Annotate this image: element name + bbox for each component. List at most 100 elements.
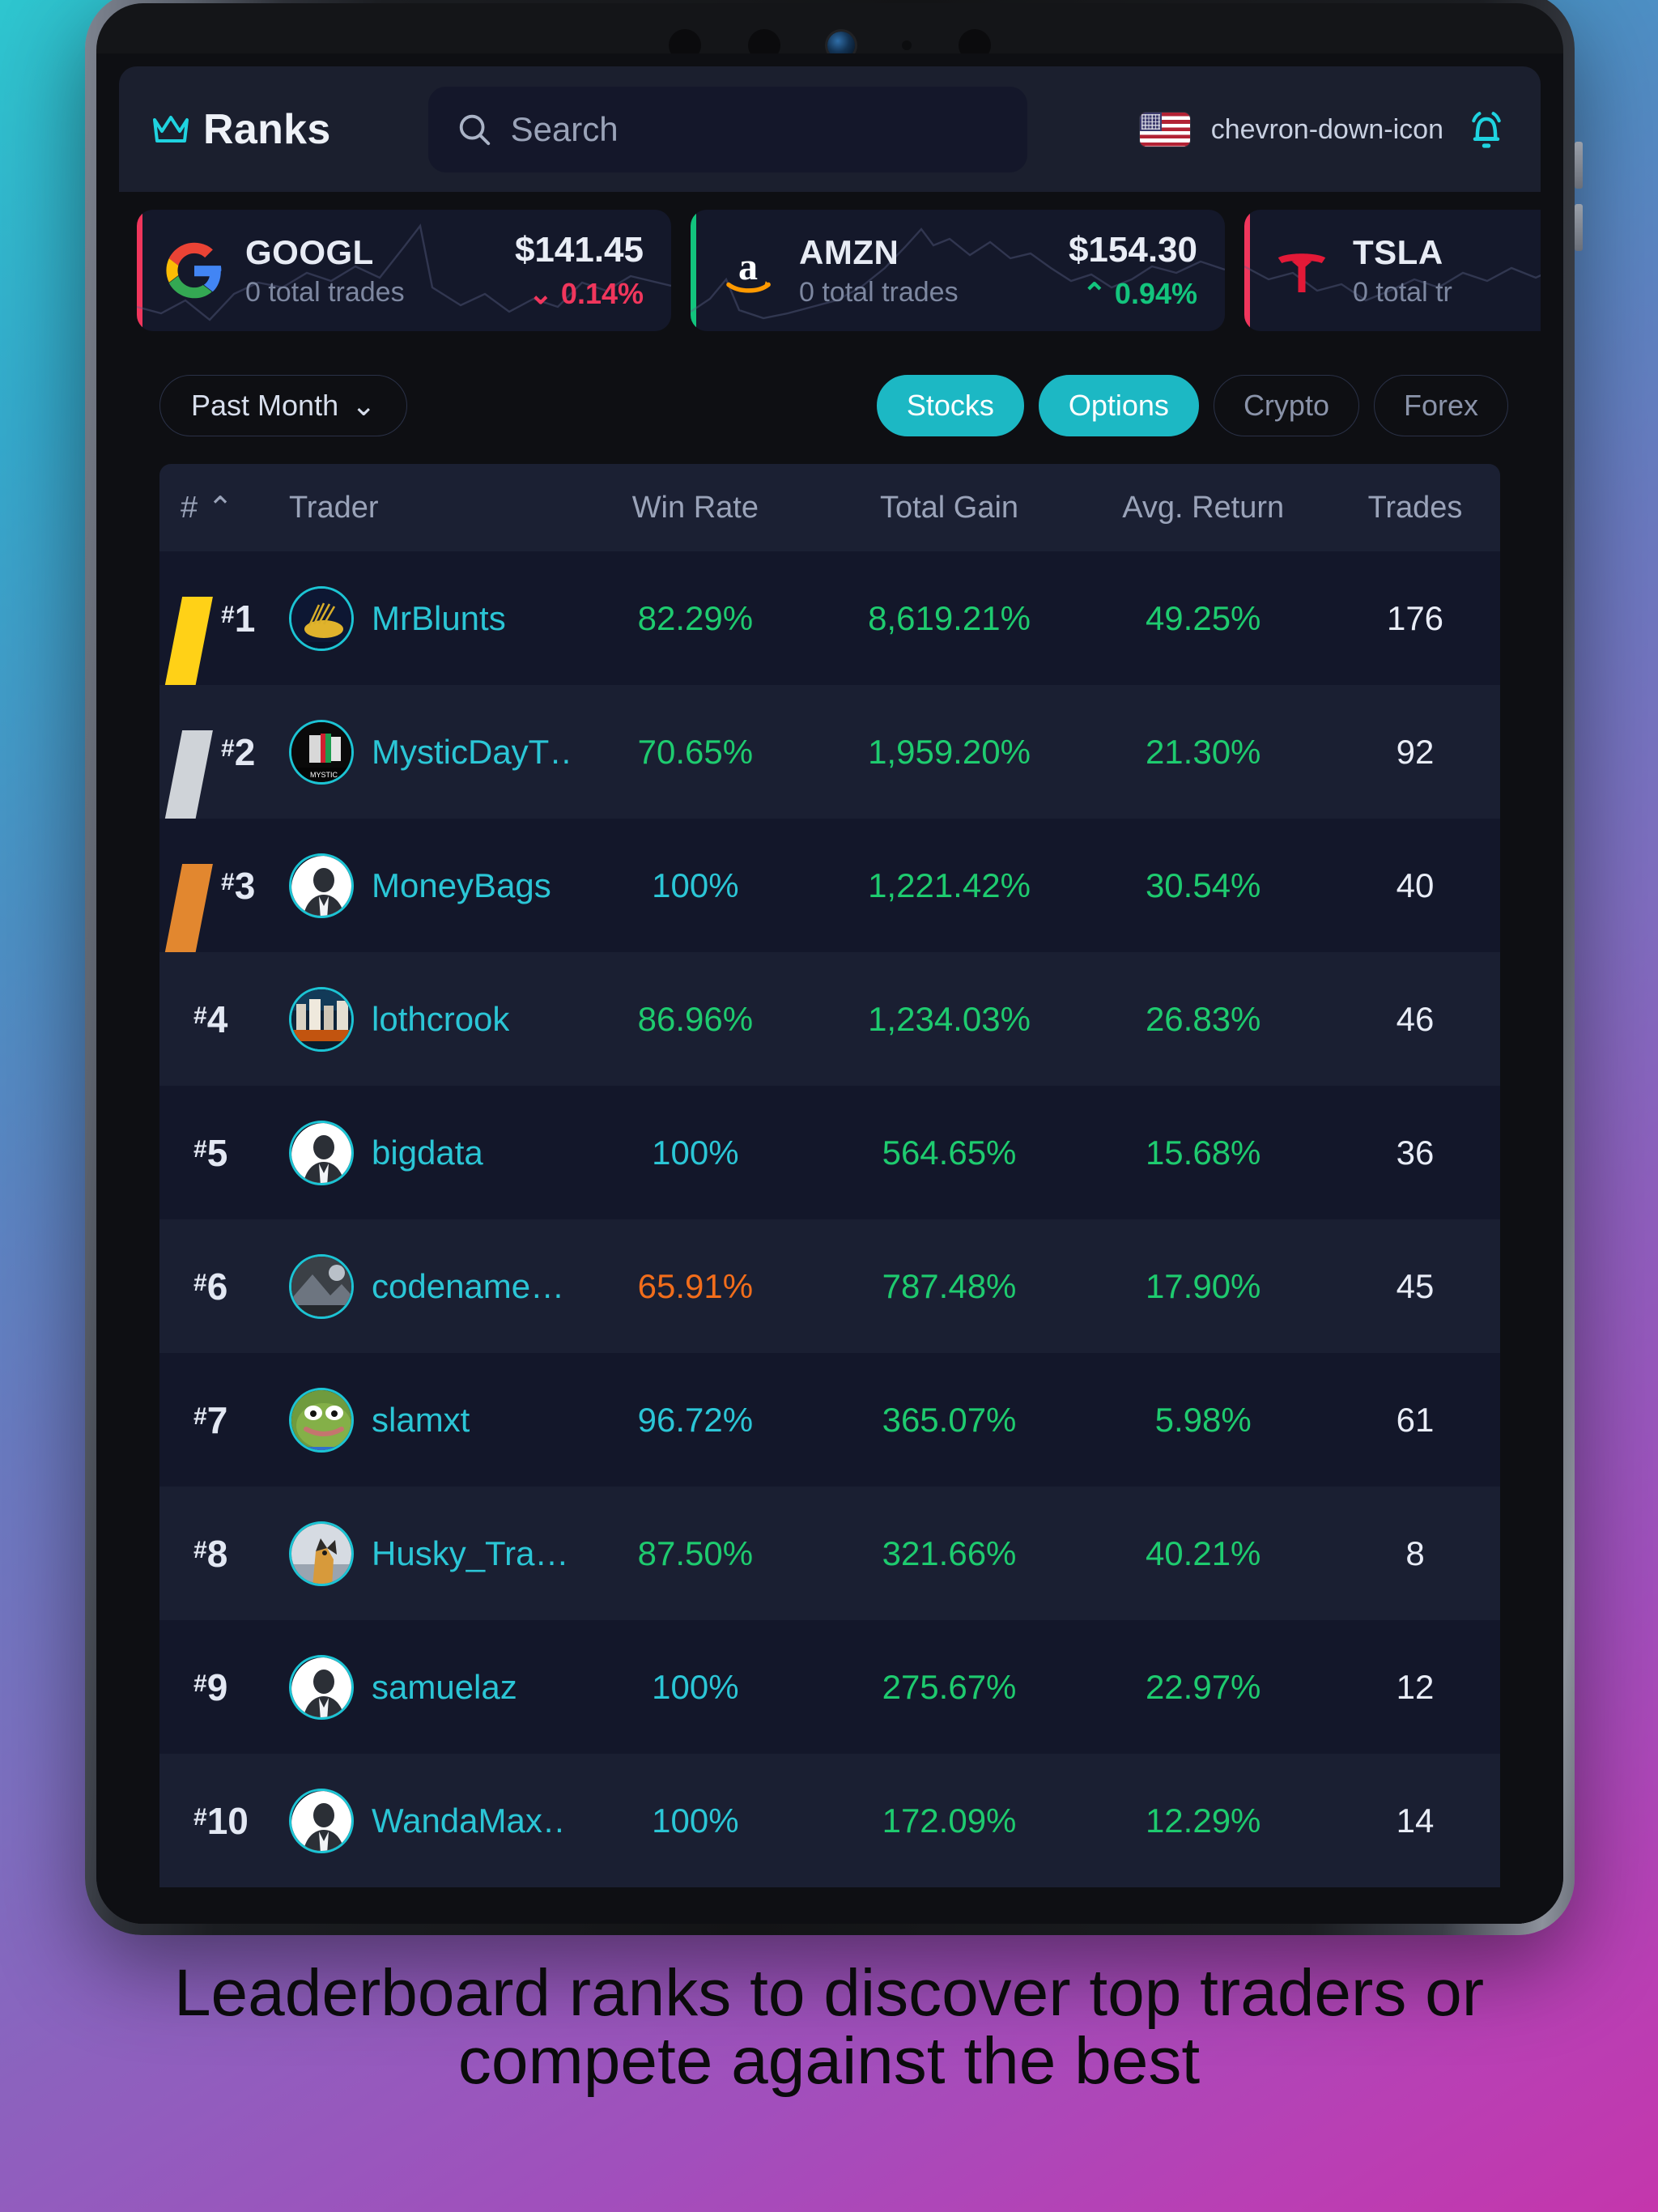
- ticker-change: ⌃ 0.94%: [1069, 277, 1197, 311]
- app-header: Ranks Search chevron-down-icon: [119, 66, 1541, 192]
- marketing-caption: Leaderboard ranks to discover top trader…: [173, 1956, 1485, 2098]
- trader-name[interactable]: slamxt: [372, 1401, 470, 1440]
- column-header-trader[interactable]: Trader: [289, 491, 568, 525]
- table-row[interactable]: #2 MYSTIC MysticDayT… 70.65% 1,959.20% 2…: [159, 685, 1500, 864]
- tab-forex[interactable]: Forex: [1373, 375, 1508, 436]
- search-bar[interactable]: Search: [427, 86, 1027, 172]
- column-header-avg-return[interactable]: Avg. Return: [1076, 491, 1330, 525]
- trader-cell[interactable]: lothcrook: [289, 986, 568, 1052]
- avg-return-value: 26.83%: [1145, 999, 1261, 1038]
- hash-symbol: #: [221, 868, 235, 895]
- search-input[interactable]: Search: [511, 110, 619, 149]
- win-rate-value: 100%: [652, 866, 739, 904]
- trader-cell[interactable]: MrBlunts: [289, 585, 568, 651]
- notification-bell-icon[interactable]: [1465, 107, 1508, 152]
- google-logo: [164, 240, 224, 300]
- avg-return-value: 5.98%: [1154, 1400, 1252, 1439]
- avg-return-value: 12.29%: [1145, 1801, 1261, 1840]
- win-rate-value: 100%: [652, 1801, 739, 1840]
- trader-name[interactable]: bigdata: [372, 1134, 483, 1172]
- page-title: Ranks: [203, 105, 331, 153]
- column-header-rank[interactable]: # ⌃: [159, 490, 289, 526]
- amazon-logo: a: [718, 240, 778, 300]
- win-rate-value: 86.96%: [637, 999, 754, 1038]
- trader-name[interactable]: lothcrook: [372, 1000, 509, 1039]
- avatar: [289, 1253, 354, 1319]
- tab-options[interactable]: Options: [1038, 375, 1199, 436]
- trader-cell[interactable]: codename…: [289, 1253, 568, 1319]
- trader-name[interactable]: samuelaz: [372, 1668, 517, 1707]
- rank-number: 4: [206, 998, 228, 1040]
- trader-name[interactable]: WandaMax…: [372, 1802, 568, 1840]
- trader-name[interactable]: Husky_Tra…: [372, 1534, 568, 1573]
- table-body: #1 MrBlunts 82.29% 8,619.21% 49.25% 176 …: [159, 551, 1500, 1887]
- period-dropdown[interactable]: Past Month ⌄: [159, 375, 408, 436]
- rank-value: #7: [193, 1398, 227, 1442]
- ticker-strip[interactable]: GOOGL 0 total trades $141.45 ⌄ 0.14% a A…: [119, 192, 1541, 339]
- ticker-card[interactable]: a AMZN 0 total trades $154.30 ⌃ 0.94%: [691, 210, 1225, 331]
- trader-name[interactable]: codename…: [372, 1267, 564, 1306]
- total-gain-value: 275.67%: [882, 1667, 1017, 1706]
- rank-number: 5: [206, 1131, 228, 1174]
- avatar: [289, 1120, 354, 1185]
- table-row[interactable]: #7 slamxt 96.72% 365.07% 5.98% 61: [159, 1353, 1500, 1487]
- win-rate-value: 87.50%: [637, 1534, 754, 1572]
- trades-value: 61: [1396, 1400, 1435, 1439]
- ticker-change: ⌄ 0.14%: [515, 277, 644, 311]
- table-row[interactable]: #10 WandaMax… 100% 172.09% 12.29% 14: [159, 1754, 1500, 1887]
- ticker-symbol: TSLA: [1353, 232, 1443, 271]
- us-flag-icon[interactable]: [1139, 112, 1190, 147]
- column-header-total-gain[interactable]: Total Gain: [823, 491, 1077, 525]
- trader-cell[interactable]: MYSTIC MysticDayT…: [289, 719, 568, 785]
- trades-value: 46: [1396, 999, 1435, 1038]
- trader-cell[interactable]: WandaMax…: [289, 1788, 568, 1853]
- table-row[interactable]: #5 bigdata 100% 564.65% 15.68% 36: [159, 1086, 1500, 1219]
- avg-return-value: 30.54%: [1145, 866, 1261, 904]
- avg-return-value: 40.21%: [1145, 1534, 1261, 1572]
- ticker-subtitle: 0 total trades: [245, 276, 405, 308]
- trader-cell[interactable]: Husky_Tra…: [289, 1521, 568, 1586]
- trader-cell[interactable]: slamxt: [289, 1387, 568, 1453]
- trader-name[interactable]: MrBlunts: [372, 599, 506, 638]
- volume-down-button[interactable]: [1575, 204, 1583, 251]
- trader-name[interactable]: MoneyBags: [372, 866, 551, 905]
- svg-text:MYSTIC: MYSTIC: [310, 771, 338, 779]
- trader-cell[interactable]: bigdata: [289, 1120, 568, 1185]
- column-header-win-rate[interactable]: Win Rate: [568, 491, 823, 525]
- win-rate-value: 100%: [652, 1667, 739, 1706]
- crown-icon: [153, 115, 189, 143]
- avg-return-value: 49.25%: [1145, 598, 1261, 637]
- trades-value: 8: [1405, 1534, 1425, 1572]
- rank-cell: #10: [159, 1799, 289, 1843]
- tablet-screen-area: Ranks Search chevron-down-icon GOOGL 0 t…: [96, 3, 1563, 1924]
- chevron-down-icon[interactable]: chevron-down-icon: [1211, 116, 1443, 143]
- volume-up-button[interactable]: [1575, 142, 1583, 189]
- rank-value: #5: [193, 1131, 227, 1175]
- ticker-card[interactable]: GOOGL 0 total trades $141.45 ⌄ 0.14%: [137, 210, 671, 331]
- avatar: MYSTIC: [289, 719, 354, 785]
- header-actions: chevron-down-icon: [1139, 107, 1508, 152]
- table-row[interactable]: #6 codename… 65.91% 787.48% 17.90% 45: [159, 1219, 1500, 1353]
- column-header-trades[interactable]: Trades: [1330, 491, 1500, 525]
- ticker-subtitle: 0 total trades: [799, 276, 959, 308]
- rank-value: #1: [221, 597, 255, 640]
- win-rate-value: 96.72%: [637, 1400, 754, 1439]
- tab-crypto[interactable]: Crypto: [1213, 375, 1359, 436]
- table-row[interactable]: #1 MrBlunts 82.29% 8,619.21% 49.25% 176: [159, 551, 1500, 730]
- rank-cell: #4: [159, 998, 289, 1041]
- ticker-card[interactable]: TSLA 0 total tr: [1244, 210, 1541, 331]
- trader-cell[interactable]: samuelaz: [289, 1654, 568, 1720]
- trader-cell[interactable]: MoneyBags: [289, 853, 568, 918]
- table-row[interactable]: #3 MoneyBags 100% 1,221.42% 30.54% 40: [159, 819, 1500, 998]
- rank-cell: #7: [159, 1398, 289, 1442]
- tab-stocks[interactable]: Stocks: [876, 375, 1024, 436]
- table-row[interactable]: #8 Husky_Tra… 87.50% 321.66% 40.21% 8: [159, 1487, 1500, 1620]
- table-row[interactable]: #4 lothcrook 86.96% 1,234.03% 26.83% 46: [159, 952, 1500, 1086]
- rank-cell: #5: [159, 1131, 289, 1175]
- total-gain-value: 564.65%: [882, 1133, 1017, 1172]
- market-segment-tabs: Stocks Options Crypto Forex: [876, 375, 1508, 436]
- avatar: [289, 585, 354, 651]
- table-row[interactable]: #9 samuelaz 100% 275.67% 22.97% 12: [159, 1620, 1500, 1754]
- rank-symbol: #: [181, 490, 198, 525]
- trader-name[interactable]: MysticDayT…: [372, 733, 568, 772]
